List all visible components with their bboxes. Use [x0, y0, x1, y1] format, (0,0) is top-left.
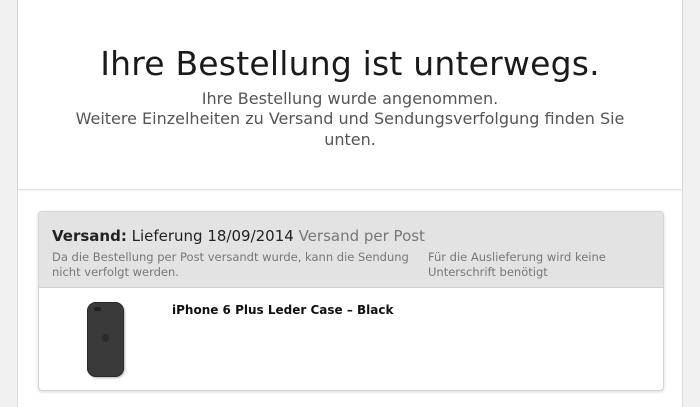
logo-mark: [102, 334, 109, 342]
shipping-method: Versand per Post: [298, 227, 425, 245]
shipment-header: Versand: Lieferung 18/09/2014 Versand pe…: [39, 212, 663, 288]
order-page: Ihre Bestellung ist unterwegs. Ihre Best…: [17, 0, 683, 407]
tracking-note: Da die Bestellung per Post versandt wurd…: [52, 250, 409, 279]
order-accepted-text: Ihre Bestellung wurde angenommen.: [201, 89, 499, 108]
order-status-header: Ihre Bestellung ist unterwegs. Ihre Best…: [18, 0, 682, 190]
phone-case-icon: [87, 302, 124, 377]
product-name[interactable]: iPhone 6 Plus Leder Case – Black: [172, 303, 393, 317]
shipment-label: Versand:: [52, 227, 127, 245]
shipment-summary: Versand: Lieferung 18/09/2014 Versand pe…: [52, 227, 425, 245]
order-details-text: Weitere Einzelheiten zu Versand und Send…: [75, 109, 625, 149]
camera-cutout: [94, 307, 101, 311]
signature-note: Für die Auslieferung wird keine Untersch…: [428, 250, 606, 279]
shipment-card: Versand: Lieferung 18/09/2014 Versand pe…: [38, 211, 664, 391]
page-title: Ihre Bestellung ist unterwegs.: [100, 44, 600, 83]
delivery-date: Lieferung 18/09/2014: [131, 227, 294, 245]
